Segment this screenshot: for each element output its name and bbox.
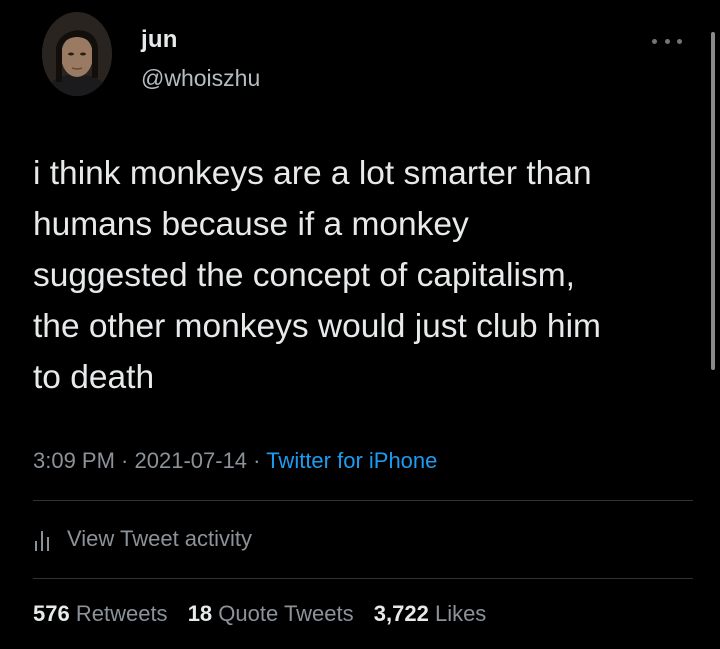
tweet-meta: 3:09 PM · 2021-07-14 · Twitter for iPhon… [33, 448, 437, 474]
scrollbar[interactable] [711, 32, 715, 370]
avatar-image [42, 12, 112, 96]
more-dot [652, 38, 657, 44]
more-dot [664, 38, 670, 44]
view-tweet-activity-label: View Tweet activity [67, 526, 253, 551]
quote-tweets-stat[interactable]: 18 Quote Tweets [188, 601, 354, 626]
retweets-stat[interactable]: 576 Retweets [33, 601, 168, 626]
tweet-time[interactable]: 3:09 PM [33, 448, 115, 473]
divider [33, 578, 693, 579]
tweet-stats: 576 Retweets 18 Quote Tweets 3,722 Likes [33, 601, 500, 627]
view-tweet-activity-button[interactable]: View Tweet activity [33, 524, 252, 554]
likes-label: Likes [434, 601, 487, 626]
likes-stat[interactable]: 3,722 Likes [374, 601, 487, 626]
quote-tweets-label: Quote Tweets [218, 601, 354, 626]
more-dot [677, 38, 682, 44]
retweets-count: 576 [33, 601, 70, 626]
tweet-date[interactable]: 2021-07-14 [135, 448, 248, 473]
divider [33, 500, 693, 501]
tweet-header: jun @whoiszhu [42, 12, 682, 102]
display-name[interactable]: jun [141, 26, 178, 54]
avatar[interactable] [42, 12, 112, 96]
more-icon[interactable] [652, 34, 682, 48]
quote-tweets-count: 18 [187, 601, 213, 626]
bar-chart-icon [35, 531, 49, 551]
retweets-label: Retweets [75, 601, 168, 626]
tweet-source-link[interactable]: Twitter for iPhone [266, 448, 437, 473]
tweet-text: i think monkeys are a lot smarter than h… [33, 155, 601, 396]
user-handle[interactable]: @whoiszhu [141, 65, 260, 92]
tweet-detail: jun @whoiszhu i think monkeys are a lot … [0, 0, 720, 649]
likes-count: 3,722 [373, 601, 429, 626]
meta-separator: · [247, 448, 267, 473]
meta-separator: · [114, 448, 135, 473]
